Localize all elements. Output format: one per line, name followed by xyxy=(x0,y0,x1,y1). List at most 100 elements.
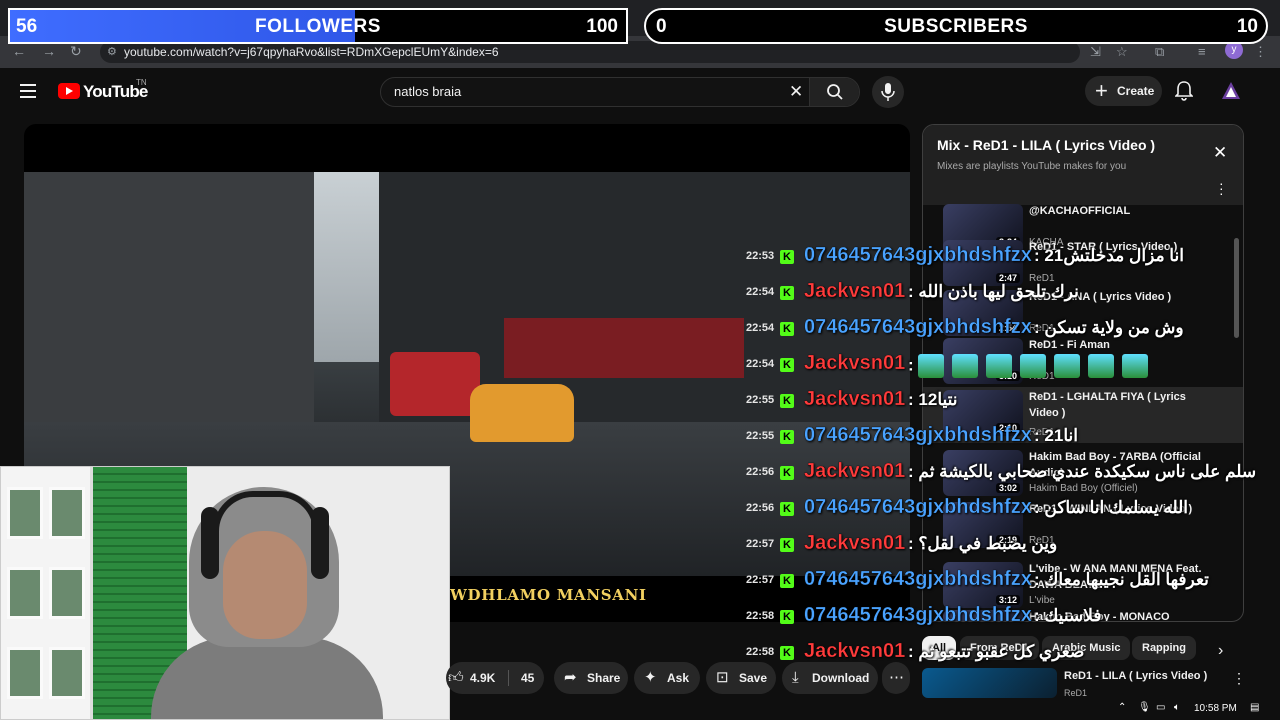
chat-message: 22:56 K 0746457643gjxbhdshfzx: الله يسلمك … xyxy=(744,492,1264,526)
chat-message: 22:54 K Jackvsn01: نرك تلحق ليها باذن الله xyxy=(744,276,1264,310)
chat-username[interactable]: Jackvsn01 xyxy=(804,532,906,555)
chat-text: : نرك تلحق ليها باذن الله xyxy=(908,282,1079,302)
chat-message: 22:54 K 0746457643gjxbhdshfzx: وش من ولاية… xyxy=(744,312,1264,346)
chat-username[interactable]: Jackvsn01 xyxy=(804,280,906,303)
playlist-item-title: @KACHAOFFICIAL xyxy=(1029,205,1131,217)
install-app-icon[interactable]: ⇲ xyxy=(1090,44,1101,60)
webcam-window-door xyxy=(1,467,93,719)
forward-icon[interactable]: → xyxy=(42,43,56,59)
create-button[interactable]: + Create xyxy=(1085,76,1162,106)
stream-chat-overlay: 22:53 K 0746457643gjxbhdshfzx: انا مزال مد… xyxy=(744,240,1264,672)
chat-text-content: : نتيا12 xyxy=(908,390,958,409)
menu-icon[interactable] xyxy=(20,84,36,98)
kick-badge-icon: K xyxy=(780,574,794,588)
address-bar[interactable]: ⚙ youtube.com/watch?v=j67qpyhaRvo&list=R… xyxy=(100,41,1080,63)
chat-text: : وش من ولاية تسكن xyxy=(1034,318,1184,338)
reload-icon[interactable]: ↻ xyxy=(70,43,82,60)
chat-message: 22:56 K Jackvsn01: سلم على ناس سكيكدة عندي… xyxy=(744,456,1264,490)
up-next-thumbnail xyxy=(922,668,1057,698)
chat-username[interactable]: Jackvsn01 xyxy=(804,388,906,411)
network-icon[interactable]: ▭ xyxy=(1156,702,1165,713)
chat-emote xyxy=(918,354,945,378)
playlist-title[interactable]: Mix - ReD1 - LILA ( Lyrics Video ) xyxy=(937,137,1155,153)
chat-username[interactable]: 0746457643gjxbhdshfzx xyxy=(804,568,1032,591)
url-text: youtube.com/watch?v=j67qpyhaRvo&list=RDm… xyxy=(124,45,499,59)
door-pane xyxy=(7,567,43,619)
chat-timestamp: 22:57 xyxy=(746,574,775,586)
chat-username[interactable]: 0746457643gjxbhdshfzx xyxy=(804,424,1032,447)
volume-icon[interactable]: 🔈︎ xyxy=(1174,702,1180,713)
voice-search-button[interactable] xyxy=(872,76,904,108)
chat-username[interactable]: 0746457643gjxbhdshfzx xyxy=(804,316,1032,339)
chat-message: 22:55 K 0746457643gjxbhdshfzx: انا21 xyxy=(744,420,1264,454)
extensions-icon[interactable]: ⧉ xyxy=(1155,44,1164,60)
playlist-header: Mix - ReD1 - LILA ( Lyrics Video ) Mixes… xyxy=(923,125,1243,205)
bookmark-star-icon[interactable]: ☆ xyxy=(1116,44,1128,60)
ask-button[interactable]: ✦ Ask xyxy=(634,662,700,694)
browser-menu-icon[interactable]: ⋮ xyxy=(1254,44,1267,60)
chat-timestamp: 22:55 xyxy=(746,394,775,406)
chat-text: : انا21 xyxy=(1034,426,1078,446)
search-button[interactable] xyxy=(809,78,859,106)
chat-message: 22:54 K Jackvsn01: xyxy=(744,348,1264,382)
clock[interactable]: 10:58 PM xyxy=(1194,703,1237,714)
chat-text-content: : نرك تلحق ليها باذن الله xyxy=(908,282,1079,301)
kick-badge-icon: K xyxy=(780,322,794,336)
chat-text-content: : انا21 xyxy=(1034,426,1078,445)
chat-text-content: : صغري كل عقبو تتبعو ثم xyxy=(908,642,1085,661)
chat-username[interactable]: Jackvsn01 xyxy=(804,640,906,663)
dislike-count[interactable]: 45 xyxy=(521,662,534,694)
chat-username[interactable]: Jackvsn01 xyxy=(804,460,906,483)
site-info-icon[interactable]: ⚙ xyxy=(107,41,117,63)
chat-emote xyxy=(1088,354,1115,378)
kick-badge-icon: K xyxy=(780,250,794,264)
playlist-menu-icon[interactable]: · · · xyxy=(1219,176,1224,200)
clear-search-icon[interactable]: ✕ xyxy=(789,82,803,102)
notifications-bell-icon[interactable] xyxy=(1175,81,1193,101)
like-count[interactable]: 4.9K xyxy=(470,662,495,694)
playlist-subtitle: Mixes are playlists YouTube makes for yo… xyxy=(937,161,1127,172)
chat-timestamp: 22:54 xyxy=(746,322,775,334)
chat-timestamp: 22:56 xyxy=(746,502,775,514)
chat-username[interactable]: 0746457643gjxbhdshfzx xyxy=(804,604,1032,627)
youtube-play-icon xyxy=(58,83,80,99)
video-building-left xyxy=(24,172,314,422)
chat-text: : الله يسلمك انا ساكن xyxy=(1034,498,1188,518)
kick-badge-icon: K xyxy=(780,430,794,444)
close-playlist-icon[interactable]: ✕ xyxy=(1213,143,1227,163)
like-divider xyxy=(508,670,509,686)
chat-text: : سلم على ناس سكيكدة عندي صحابي بالكيشة … xyxy=(908,462,1256,482)
up-next-menu-icon[interactable]: ⋮ xyxy=(1232,670,1246,687)
streamer-face xyxy=(223,531,307,639)
video-storefront xyxy=(504,318,744,378)
chat-text-content: : الله يسلمك انا ساكن xyxy=(1034,498,1188,517)
chat-username[interactable]: 0746457643gjxbhdshfzx xyxy=(804,244,1032,267)
followers-label: FOLLOWERS xyxy=(255,16,381,37)
chat-username[interactable]: Jackvsn01 xyxy=(804,352,906,375)
chat-text: : xyxy=(908,354,1156,378)
chat-text-content: : تعرفها القل نجيبها معاك xyxy=(1034,570,1209,589)
microphone-tray-icon[interactable]: 🎙︎ xyxy=(1138,702,1151,713)
plus-icon: + xyxy=(1095,78,1108,103)
search-box[interactable]: natlos braia ✕ xyxy=(380,77,860,107)
sidebar-icon[interactable]: ≡ xyxy=(1198,44,1206,59)
search-input[interactable]: natlos braia xyxy=(394,84,461,99)
chat-timestamp: 22:54 xyxy=(746,358,775,370)
account-avatar-icon[interactable] xyxy=(1221,81,1241,101)
back-icon[interactable]: ← xyxy=(12,43,26,59)
chat-username[interactable]: 0746457643gjxbhdshfzx xyxy=(804,496,1032,519)
share-button[interactable]: ➦ Share xyxy=(554,662,628,694)
ask-label: Ask xyxy=(667,671,690,685)
up-next-channel: ReD1 xyxy=(1064,688,1088,698)
kick-badge-icon: K xyxy=(780,610,794,624)
notification-center-icon[interactable]: ▤ xyxy=(1250,702,1259,713)
thumbs-up-icon[interactable]: 👍︎ xyxy=(448,662,464,694)
chat-emote xyxy=(1054,354,1081,378)
chat-text: : انا مزال مدخلتش21 xyxy=(1034,246,1184,266)
tray-expand-icon[interactable]: ⌃ xyxy=(1118,702,1126,713)
chat-timestamp: 22:56 xyxy=(746,466,775,478)
chat-text: : وين يضبط في لقل؟ xyxy=(908,534,1057,554)
door-pane xyxy=(7,647,43,699)
kick-badge-icon: K xyxy=(780,286,794,300)
kick-badge-icon: K xyxy=(780,646,794,660)
